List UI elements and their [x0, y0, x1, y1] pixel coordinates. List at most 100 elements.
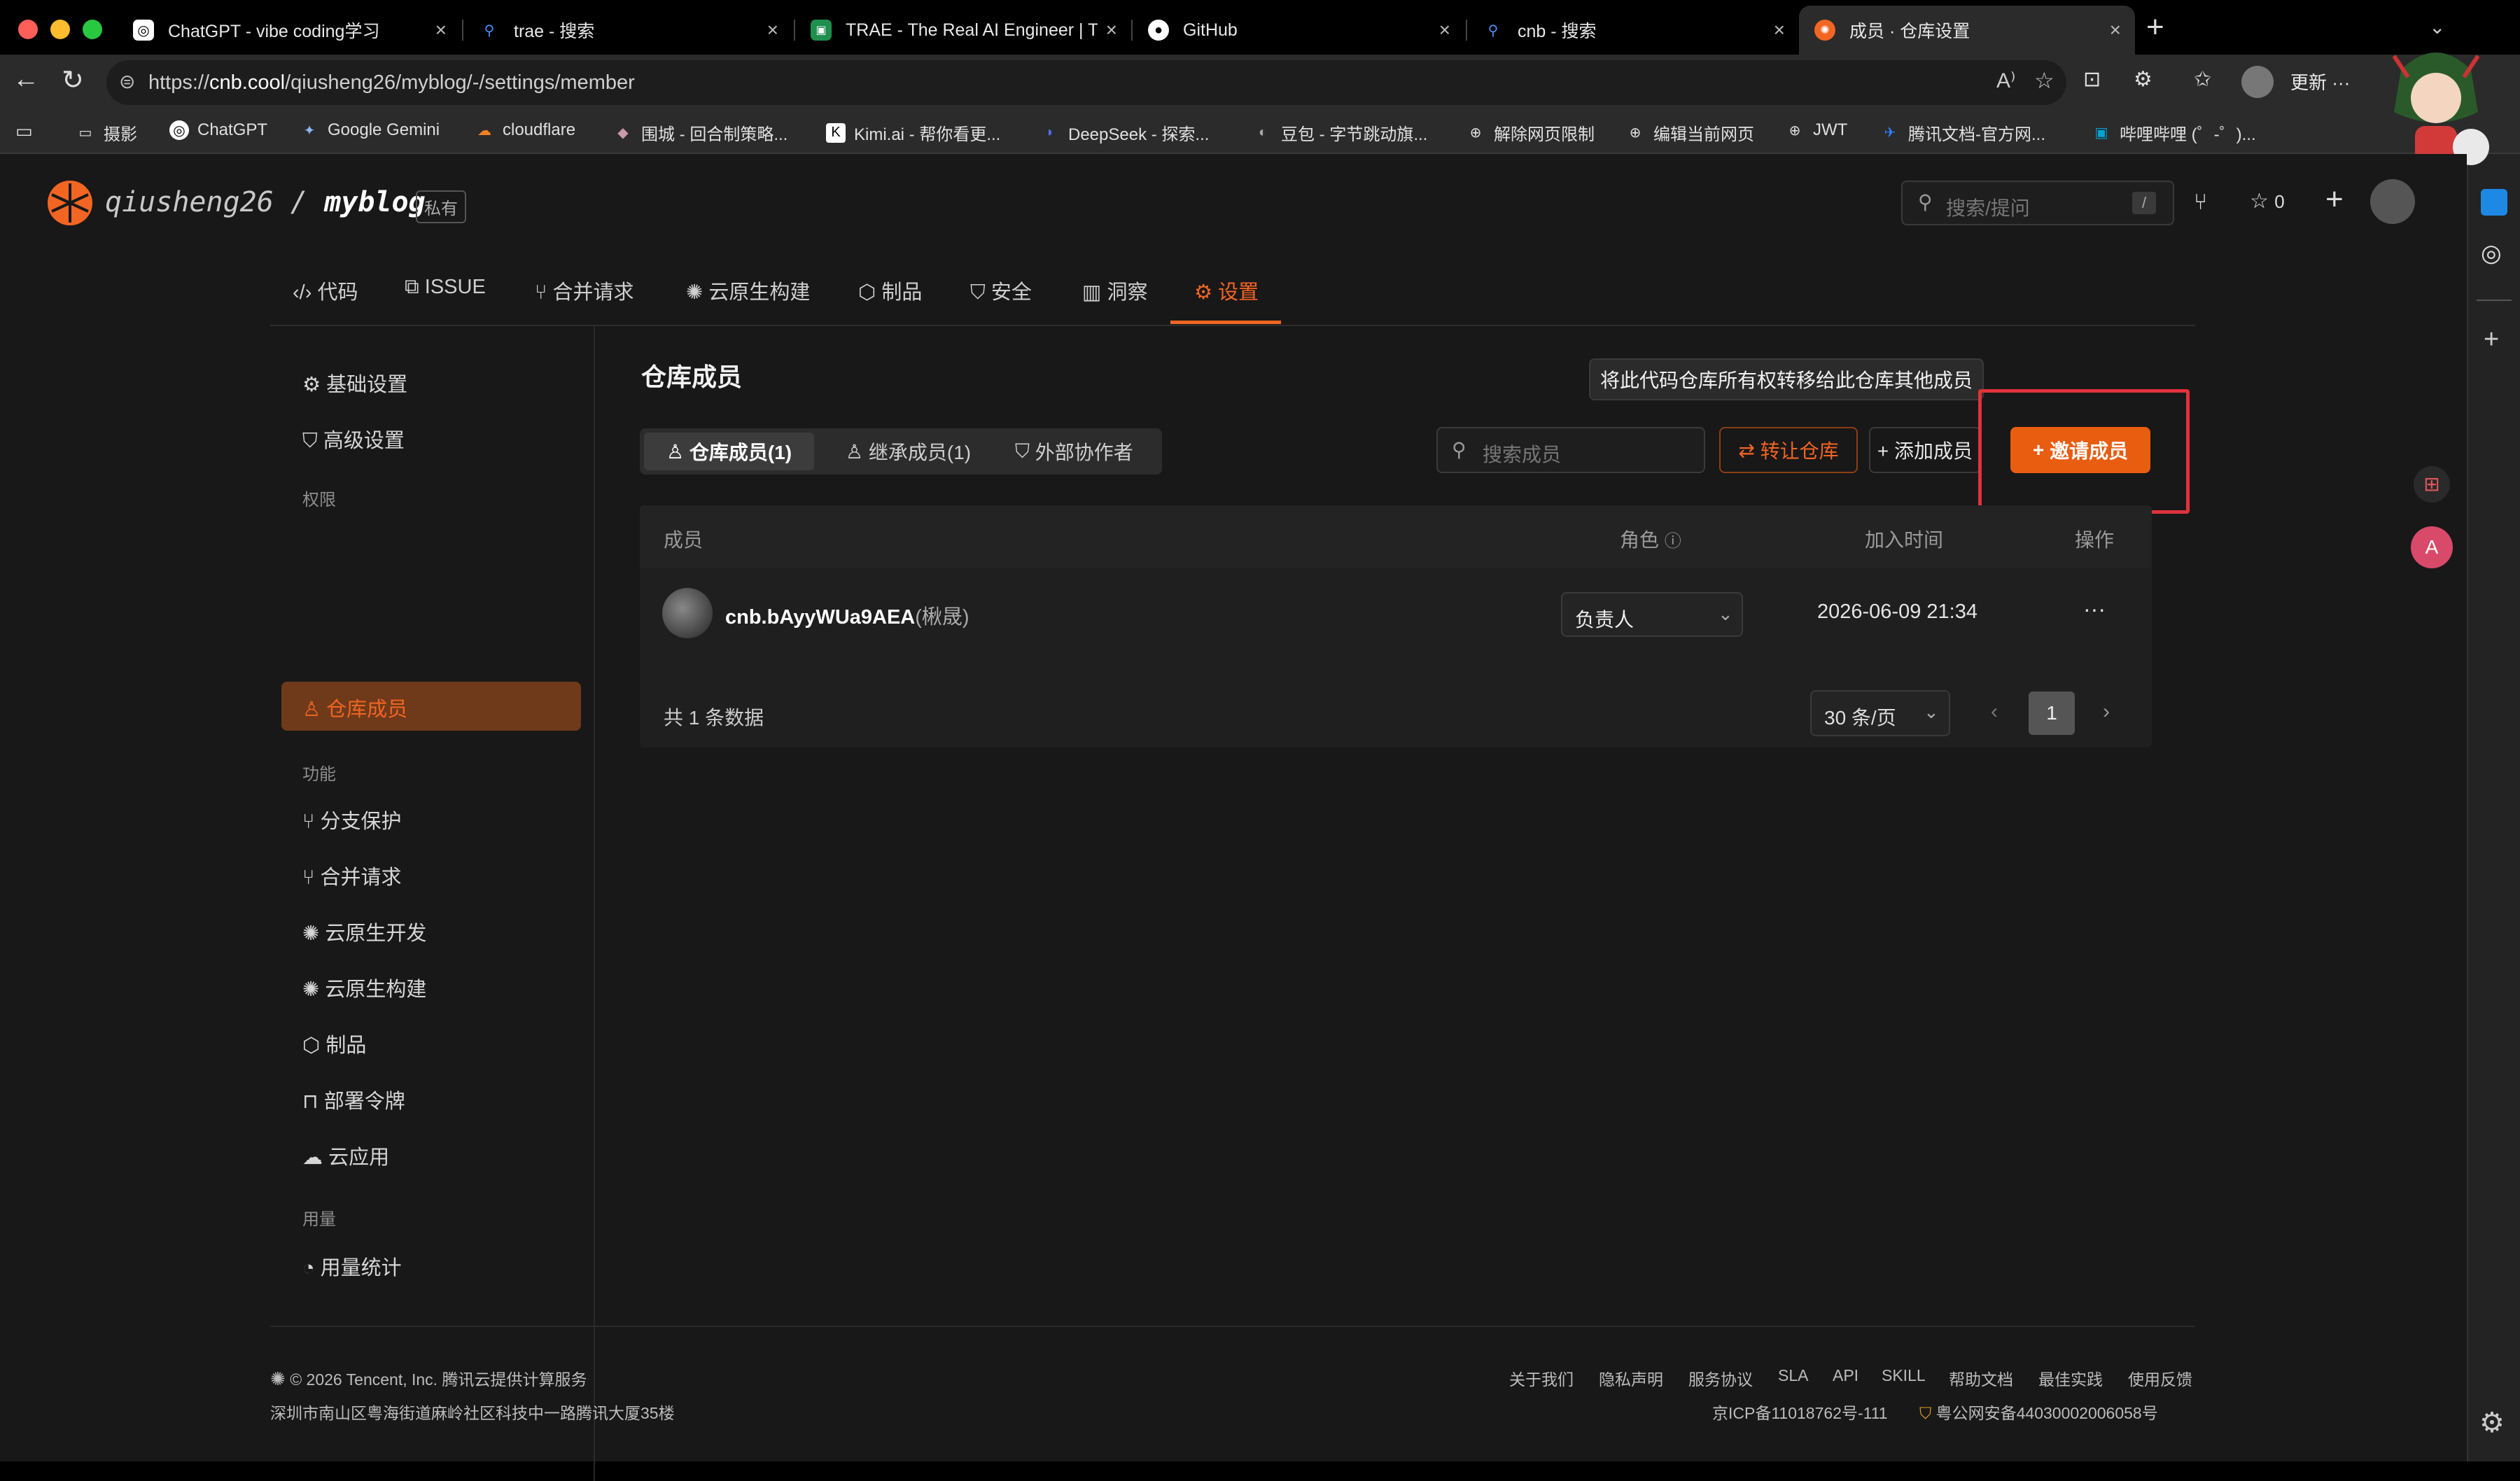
browser-tab[interactable]: ● GitHub ×	[1133, 6, 1464, 55]
url-field[interactable]: ⊜ https://cnb.cool/qiusheng26/myblog/-/s…	[106, 60, 2066, 105]
footer-link[interactable]: 隐私声明	[1599, 1366, 1663, 1390]
bookmark-item[interactable]: ◎ ChatGPT	[169, 120, 267, 140]
bookmark-item[interactable]: ◐ 豆包 - 字节跳动旗...	[1253, 120, 1427, 145]
bookmark-item[interactable]: ⊕ 解除网页限制	[1466, 120, 1595, 145]
bookmark-item[interactable]: ✦ Google Gemini	[300, 120, 440, 140]
police-link[interactable]: ⛉ 粤公网安备44030002006058号	[1919, 1400, 2158, 1424]
sidebar-item-members[interactable]: ♙ 仓库成员	[302, 693, 407, 722]
member-name[interactable]: cnb.bAyyWUa9AEA	[725, 606, 915, 629]
page-number-current[interactable]: 1	[2029, 692, 2075, 735]
site-info-icon[interactable]: ⊜	[119, 70, 135, 93]
browser-tab[interactable]: ▣ TRAE - The Real AI Engineer | TRAE ×	[795, 6, 1131, 55]
browser-tab[interactable]: ⚲ trae - 搜索 ×	[463, 6, 792, 55]
sidebar-item-merge-request[interactable]: ⑂ 合并请求	[302, 861, 401, 890]
star-button[interactable]: ☆ 0	[2250, 189, 2285, 213]
avatar[interactable]	[662, 588, 713, 638]
sidebar-item-cloud-app[interactable]: ☁ 云应用	[302, 1141, 389, 1170]
icp-link[interactable]: 京ICP备11018762号-111	[1712, 1400, 1888, 1424]
add-sidebar-app-icon[interactable]: +	[2484, 325, 2499, 355]
favorites-icon[interactable]: ✩	[2194, 67, 2211, 92]
sidebar-item-branch-protection[interactable]: ⑂ 分支保护	[302, 805, 401, 834]
browser-tab[interactable]: ⚲ cnb - 搜索 ×	[1467, 6, 1799, 55]
more-actions-icon[interactable]: ···	[2083, 596, 2106, 622]
close-tab-icon[interactable]: ×	[1439, 19, 1450, 41]
new-tab-button[interactable]: +	[2146, 10, 2164, 45]
footer-link[interactable]: 使用反馈	[2128, 1366, 2192, 1390]
tab-build[interactable]: ✺ 云原生构建	[686, 276, 810, 305]
footer-link[interactable]: 关于我们	[1509, 1366, 1574, 1390]
footer-link[interactable]: 最佳实践	[2038, 1366, 2103, 1390]
settings-gear-icon[interactable]: ⚙	[2479, 1407, 2505, 1439]
bookmark-item[interactable]: ◆ 围城 - 回合制策略...	[613, 120, 788, 145]
create-button[interactable]: +	[2325, 182, 2344, 217]
page-size-select[interactable]: 30 条/页 ⌄	[1810, 690, 1950, 736]
close-window-button[interactable]	[18, 20, 38, 39]
apps-widget-icon[interactable]: ⊞	[2414, 466, 2450, 503]
member-search-input[interactable]: ⚲ 搜索成员	[1436, 427, 1705, 473]
translate-widget-icon[interactable]: A	[2411, 526, 2453, 568]
sidebar-item-advanced[interactable]: ⛉ 高级设置	[302, 424, 405, 454]
tab-package[interactable]: ⬡ 制品	[858, 276, 922, 305]
footer-link[interactable]: API	[1833, 1366, 1858, 1385]
bookmark-item[interactable]: ▣ 哔哩哔哩 (゜-゜)...	[2092, 120, 2256, 145]
repo-owner-link[interactable]: qiusheng26	[105, 186, 274, 218]
immersive-reader-icon[interactable]: ⊡	[2083, 67, 2101, 92]
tab-security[interactable]: ⛉ 安全	[970, 276, 1032, 305]
copilot-icon[interactable]: ◎	[2481, 239, 2502, 267]
bookmark-item[interactable]: ◗ DeepSeek - 探索...	[1040, 120, 1209, 145]
reload-icon[interactable]: ↻	[62, 64, 84, 96]
sidebar-item-cloud-build[interactable]: ✺ 云原生构建	[302, 973, 426, 1002]
close-tab-icon[interactable]: ×	[1774, 19, 1785, 41]
tab-insight[interactable]: ▥ 洞察	[1082, 276, 1147, 305]
profile-avatar[interactable]	[2241, 66, 2274, 98]
bookmark-item[interactable]: ⊕ 编辑当前网页	[1625, 120, 1754, 145]
cnb-logo-icon[interactable]	[48, 181, 92, 225]
segment-external-collaborators[interactable]: ⛉ 外部协作者	[993, 433, 1156, 470]
update-button[interactable]: 更新 ···	[2290, 69, 2350, 94]
footer-link[interactable]: SLA	[1778, 1366, 1808, 1385]
footer-link[interactable]: SKILL	[1882, 1366, 1926, 1385]
bookmark-item[interactable]: ✈ 腾讯文档-官方网...	[1880, 120, 2045, 145]
tab-code[interactable]: ‹/› 代码	[293, 276, 358, 305]
sidebar-item-usage-stats[interactable]: ◔ 用量统计	[302, 1251, 402, 1281]
close-tab-icon[interactable]: ×	[2110, 19, 2121, 41]
close-tab-icon[interactable]: ×	[435, 19, 447, 41]
add-member-button[interactable]: + 添加成员	[1869, 427, 1981, 473]
bookmark-item[interactable]: ☁ cloudflare	[475, 120, 575, 140]
next-page-icon[interactable]: ›	[2103, 700, 2110, 724]
tab-merge-request[interactable]: ⑂ 合并请求	[535, 276, 634, 305]
sidebar-item-cloud-dev[interactable]: ✺ 云原生开发	[302, 917, 426, 946]
transfer-repo-button[interactable]: ⇄ 转让仓库	[1719, 427, 1858, 473]
prev-page-icon[interactable]: ‹	[1991, 700, 1998, 724]
close-tab-icon[interactable]: ×	[767, 19, 778, 41]
read-aloud-icon[interactable]: A⁾	[1996, 69, 2015, 93]
global-search-input[interactable]: ⚲ 搜索/提问 /	[1901, 181, 2174, 225]
info-icon[interactable]: ⓘ	[1665, 532, 1681, 551]
back-icon[interactable]: ←	[13, 64, 39, 94]
sidebar-item-deploy-token[interactable]: ⊓ 部署令牌	[302, 1085, 405, 1114]
close-tab-icon[interactable]: ×	[1106, 19, 1117, 41]
browser-tab-active[interactable]: ✺ 成员 · 仓库设置 ×	[1799, 6, 2135, 55]
segment-inherited-members[interactable]: ♙ 继承成员(1)	[823, 433, 993, 470]
footer-link[interactable]: 帮助文档	[1949, 1366, 2013, 1390]
browser-tab[interactable]: ◎ ChatGPT - vibe coding学习 ×	[118, 6, 461, 55]
bookmark-item[interactable]: ▭ 摄影	[76, 120, 137, 145]
favorite-star-icon[interactable]: ☆	[2034, 67, 2054, 94]
role-select[interactable]: 负责人 ⌄	[1561, 592, 1743, 637]
minimize-window-button[interactable]	[50, 20, 70, 39]
extensions-icon[interactable]: ⚙	[2134, 67, 2152, 92]
maximize-window-button[interactable]	[83, 20, 102, 39]
user-avatar[interactable]	[2370, 179, 2415, 224]
footer-link[interactable]: 服务协议	[1688, 1366, 1753, 1390]
sidebar-item-package[interactable]: ⬡ 制品	[302, 1029, 366, 1058]
tab-settings[interactable]: ⚙ 设置	[1194, 276, 1259, 305]
fork-icon[interactable]: ⑂	[2194, 189, 2207, 215]
segment-repo-members[interactable]: ♙ 仓库成员(1)	[644, 433, 815, 470]
sidebar-toggle-icon[interactable]: ▭	[15, 120, 33, 142]
repo-name-link[interactable]: myblog	[324, 186, 426, 218]
outlook-icon[interactable]	[2481, 189, 2507, 216]
bookmark-item[interactable]: K Kimi.ai - 帮你看更...	[826, 120, 1000, 145]
tab-issue[interactable]: ⧉ ISSUE	[405, 276, 486, 299]
sidebar-item-basic[interactable]: ⚙ 基础设置	[302, 368, 407, 398]
bookmark-item[interactable]: ⊕ JWT	[1785, 120, 1848, 140]
